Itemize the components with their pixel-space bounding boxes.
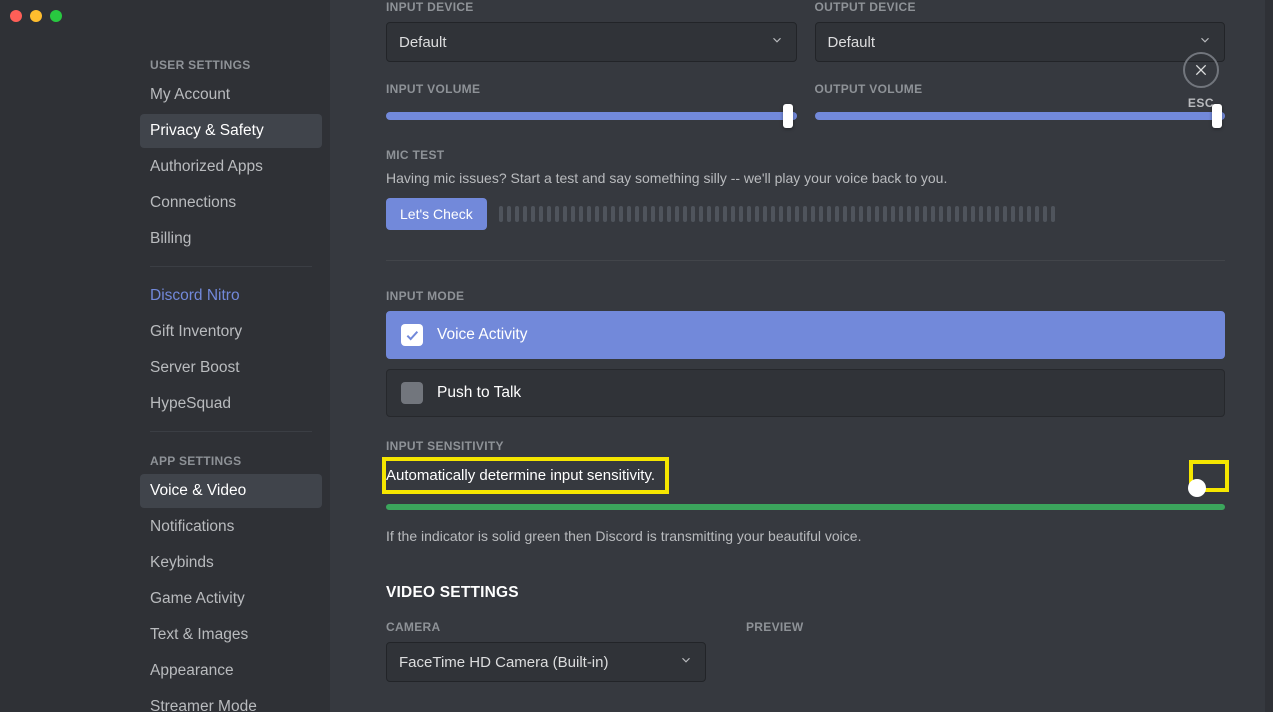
select-camera[interactable]: FaceTime HD Camera (Built-in)	[386, 642, 706, 682]
sidebar-item-keybinds[interactable]: Keybinds	[140, 546, 322, 580]
divider	[386, 260, 1225, 261]
close-window-icon[interactable]	[10, 10, 22, 22]
window-controls	[10, 10, 62, 22]
esc-label: ESC	[1188, 96, 1214, 110]
scrollbar-gutter	[1265, 0, 1273, 712]
sidebar-item-authorized-apps[interactable]: Authorized Apps	[140, 150, 322, 184]
sidebar-item-appearance[interactable]: Appearance	[140, 654, 322, 688]
mic-test-description: Having mic issues? Start a test and say …	[386, 170, 1225, 186]
select-camera-value: FaceTime HD Camera (Built-in)	[399, 654, 608, 671]
sidebar-item-billing[interactable]: Billing	[140, 222, 322, 256]
sidebar-header-app: APP SETTINGS	[140, 444, 322, 474]
sidebar-item-text-images[interactable]: Text & Images	[140, 618, 322, 652]
sidebar-item-connections[interactable]: Connections	[140, 186, 322, 220]
sidebar-item-my-account[interactable]: My Account	[140, 78, 322, 112]
mic-level-meter	[499, 202, 1225, 226]
label-camera: CAMERA	[386, 620, 706, 634]
sidebar-header-user: USER SETTINGS	[140, 48, 322, 78]
select-input-device[interactable]: Default	[386, 22, 797, 62]
sidebar-item-notifications[interactable]: Notifications	[140, 510, 322, 544]
label-mic-test: MIC TEST	[386, 148, 1225, 162]
option-push-to-talk-label: Push to Talk	[437, 384, 521, 402]
label-output-device: OUTPUT DEVICE	[815, 0, 1226, 14]
sidebar-item-server-boost[interactable]: Server Boost	[140, 351, 322, 385]
close-settings-area: ESC	[1183, 52, 1219, 110]
main-content: INPUT DEVICE Default OUTPUT DEVICE Defau…	[330, 0, 1265, 712]
sidebar-item-game-activity[interactable]: Game Activity	[140, 582, 322, 616]
option-voice-activity-label: Voice Activity	[437, 326, 527, 344]
mic-test-button[interactable]: Let's Check	[386, 198, 487, 230]
camera-preview	[746, 642, 906, 662]
option-voice-activity[interactable]: Voice Activity	[386, 311, 1225, 359]
sensitivity-description: If the indicator is solid green then Dis…	[386, 528, 1225, 544]
label-preview: PREVIEW	[746, 620, 906, 634]
sidebar-divider	[150, 431, 312, 432]
select-input-device-value: Default	[399, 34, 447, 51]
slider-input-volume[interactable]	[386, 104, 797, 128]
slider-output-volume[interactable]	[815, 104, 1226, 128]
sidebar-item-hypesquad[interactable]: HypeSquad	[140, 387, 322, 421]
auto-sensitivity-label: Automatically determine input sensitivit…	[386, 461, 665, 490]
settings-sidebar: USER SETTINGS My Account Privacy & Safet…	[0, 0, 330, 712]
sidebar-item-discord-nitro[interactable]: Discord Nitro	[140, 279, 322, 313]
sidebar-divider	[150, 266, 312, 267]
chevron-down-icon	[679, 653, 693, 671]
select-output-device[interactable]: Default	[815, 22, 1226, 62]
close-settings-button[interactable]	[1183, 52, 1219, 88]
label-input-sensitivity: INPUT SENSITIVITY	[386, 439, 1225, 453]
section-title-video: VIDEO SETTINGS	[386, 584, 1225, 602]
sidebar-item-privacy-safety[interactable]: Privacy & Safety	[140, 114, 322, 148]
chevron-down-icon	[1198, 33, 1212, 51]
sensitivity-indicator	[386, 504, 1225, 510]
checkbox-checked-icon	[401, 324, 423, 346]
sidebar-item-voice-video[interactable]: Voice & Video	[140, 474, 322, 508]
fullscreen-window-icon[interactable]	[50, 10, 62, 22]
sidebar-item-streamer-mode[interactable]: Streamer Mode	[140, 690, 322, 712]
label-input-volume: INPUT VOLUME	[386, 82, 797, 96]
option-push-to-talk[interactable]: Push to Talk	[386, 369, 1225, 417]
label-output-volume: OUTPUT VOLUME	[815, 82, 1226, 96]
chevron-down-icon	[770, 33, 784, 51]
sidebar-item-gift-inventory[interactable]: Gift Inventory	[140, 315, 322, 349]
minimize-window-icon[interactable]	[30, 10, 42, 22]
label-input-device: INPUT DEVICE	[386, 0, 797, 14]
checkbox-empty-icon	[401, 382, 423, 404]
label-input-mode: INPUT MODE	[386, 289, 1225, 303]
select-output-device-value: Default	[828, 34, 876, 51]
